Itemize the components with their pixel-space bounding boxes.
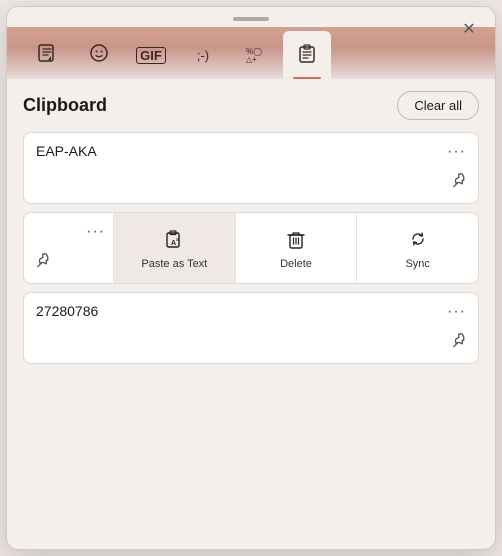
pin-icon-1[interactable] xyxy=(443,169,472,198)
clip-item-left-2: ··· xyxy=(24,213,114,283)
main-content: Clipboard Clear all EAP-AKA ··· xyxy=(7,79,495,549)
tab-clipboard[interactable] xyxy=(283,31,331,79)
clipboard-icon xyxy=(296,42,318,69)
paste-as-text-button[interactable]: A a Paste as Text xyxy=(114,213,236,283)
paste-text-label: Paste as Text xyxy=(141,258,207,270)
delete-label: Delete xyxy=(280,258,312,270)
clip-text-3: 27280786 xyxy=(36,303,98,319)
sync-label: Sync xyxy=(405,258,429,270)
gif-icon: GIF xyxy=(136,47,166,64)
section-title: Clipboard xyxy=(23,95,107,116)
close-button[interactable]: ✕ xyxy=(457,17,481,41)
clip-more-button-2[interactable]: ··· xyxy=(86,223,105,241)
clear-all-button[interactable]: Clear all xyxy=(397,91,479,120)
clip-more-button-3[interactable]: ··· xyxy=(447,303,466,321)
kaomoji-icon: ;-) xyxy=(197,48,209,63)
tab-gif[interactable]: GIF xyxy=(127,31,175,79)
tab-emoji[interactable] xyxy=(75,31,123,79)
drag-handle xyxy=(233,17,269,21)
clip-left-top-2: ··· xyxy=(32,223,105,241)
clipboard-item-3: 27280786 ··· xyxy=(23,292,479,364)
clip-bottom-row-3 xyxy=(36,332,466,355)
delete-icon xyxy=(283,226,309,252)
emoji-icon xyxy=(88,42,110,69)
pin-icon-3[interactable] xyxy=(443,329,472,358)
sync-button[interactable]: Sync xyxy=(357,213,478,283)
tab-kaomoji[interactable]: ;-) xyxy=(179,31,227,79)
clip-actions-2: A a Paste as Text xyxy=(114,213,478,283)
clipboard-item-1: EAP-AKA ··· xyxy=(23,132,479,204)
close-icon: ✕ xyxy=(462,19,475,39)
paste-text-icon: A a xyxy=(161,226,187,252)
clip-top-row-1: EAP-AKA ··· xyxy=(36,143,466,161)
sticker-icon xyxy=(36,42,58,69)
clip-bottom-row-1 xyxy=(36,172,466,195)
titlebar: ✕ xyxy=(7,7,495,27)
clipboard-window: ✕ GIF xyxy=(6,6,496,550)
clip-more-button-1[interactable]: ··· xyxy=(447,143,466,161)
clip-left-bottom-2 xyxy=(32,252,105,275)
clipboard-item-2: ··· xyxy=(23,212,479,284)
clip-text-1: EAP-AKA xyxy=(36,143,97,159)
sync-icon xyxy=(405,226,431,252)
delete-button[interactable]: Delete xyxy=(236,213,358,283)
svg-text:△+: △+ xyxy=(246,55,257,64)
tab-bar: GIF ;-) %◯ △+ xyxy=(7,27,495,79)
clip-top-row-3: 27280786 ··· xyxy=(36,303,466,321)
svg-text:a: a xyxy=(176,237,179,243)
section-header: Clipboard Clear all xyxy=(23,91,479,120)
symbols-icon: %◯ △+ xyxy=(244,42,266,69)
tab-sticker[interactable] xyxy=(23,31,71,79)
pin-icon-2[interactable] xyxy=(27,249,56,278)
clipboard-list: EAP-AKA ··· ··· xyxy=(23,132,479,537)
tab-symbols[interactable]: %◯ △+ xyxy=(231,31,279,79)
